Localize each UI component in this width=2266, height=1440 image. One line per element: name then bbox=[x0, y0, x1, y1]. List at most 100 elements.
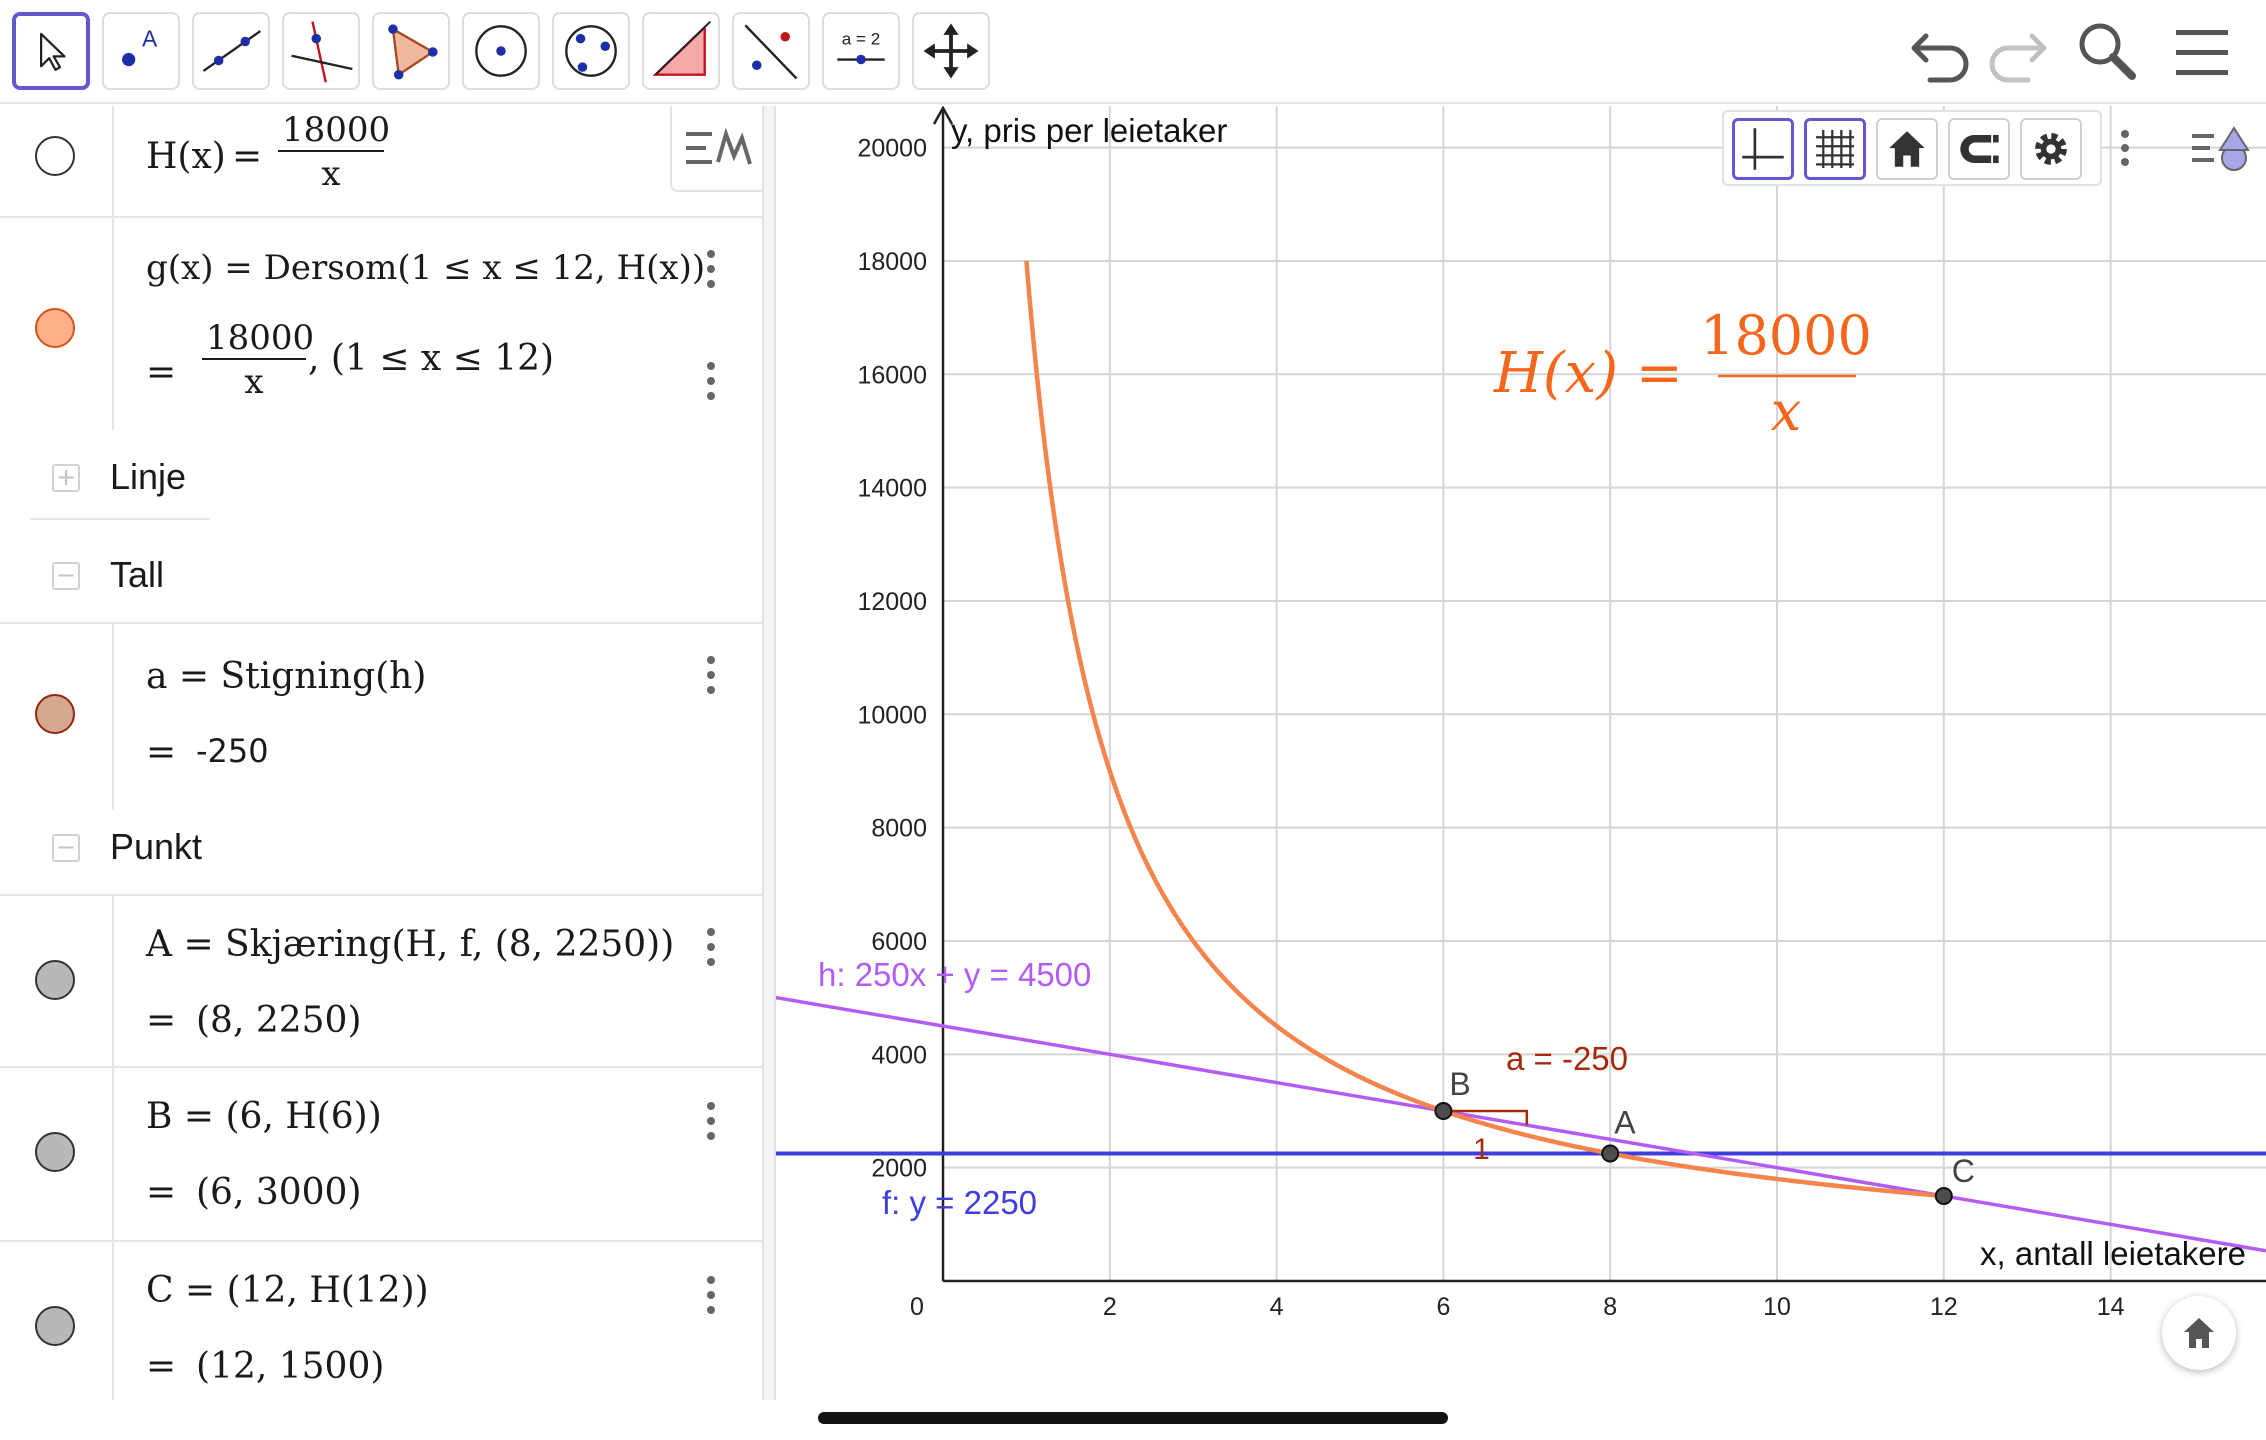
reflect-tool-button[interactable] bbox=[732, 12, 810, 90]
search-button[interactable] bbox=[2070, 14, 2146, 90]
y-tick-label: 10000 bbox=[857, 701, 927, 729]
graphics-view[interactable]: 0 2 4 6 8 10 12 14 2000 4000 6000 8000 10000 12000 140… bbox=[776, 106, 2266, 1400]
algebra-item-A[interactable]: A = Skjæring(H, f, (8, 2250)) = (8, 2250… bbox=[0, 894, 762, 1068]
algebra-item-a[interactable]: a = Stigning(h) = -250 bbox=[0, 622, 762, 810]
home-icon bbox=[1889, 131, 1925, 167]
collapse-minus-icon[interactable]: − bbox=[52, 562, 80, 590]
collapse-minus-icon[interactable]: − bbox=[52, 834, 80, 862]
tick-labels: 0 2 4 6 8 10 12 14 2000 4000 6000 8000 10000 12000 140… bbox=[857, 135, 2124, 1321]
graphics-style-bar bbox=[1722, 110, 2102, 186]
function-curve-g bbox=[1024, 260, 1944, 1199]
home-view-button[interactable] bbox=[2162, 1296, 2236, 1370]
circle-center-icon bbox=[475, 25, 527, 77]
y-tick-label: 4000 bbox=[871, 1041, 927, 1069]
A-value: (8, 2250) bbox=[196, 1000, 362, 1041]
hamburger-menu-icon bbox=[2176, 30, 2228, 75]
graphics-settings-button[interactable] bbox=[2020, 118, 2082, 180]
H-lhs: H(x) bbox=[146, 136, 226, 177]
visibility-toggle-B[interactable] bbox=[35, 1132, 75, 1172]
visibility-toggle-A[interactable] bbox=[35, 960, 75, 1000]
A-definition: A = Skjæring(H, f, (8, 2250)) bbox=[146, 924, 675, 965]
group-label-linje: Linje bbox=[110, 456, 187, 497]
line-f-label[interactable]: f: y = 2250 bbox=[882, 1184, 1037, 1221]
y-tick-label: 6000 bbox=[871, 928, 927, 956]
point-A-label[interactable]: A bbox=[1614, 1104, 1636, 1140]
move-tool-button[interactable] bbox=[12, 12, 90, 90]
formula-numerator: 18000 bbox=[1700, 304, 1872, 367]
visibility-toggle-a[interactable] bbox=[35, 694, 75, 734]
polygon-icon bbox=[388, 24, 438, 80]
graphics-canvas[interactable]: 0 2 4 6 8 10 12 14 2000 4000 6000 8000 10000 12000 140… bbox=[776, 106, 2266, 1400]
cursor-arrow-icon bbox=[40, 32, 66, 71]
expand-plus-icon[interactable]: + bbox=[52, 464, 80, 492]
y-tick-label: 16000 bbox=[857, 361, 927, 389]
algebra-item-B[interactable]: B = (6, H(6)) = (6, 3000) bbox=[0, 1068, 762, 1242]
a-eq: = bbox=[146, 732, 177, 773]
redo-icon bbox=[1989, 33, 2047, 83]
algebra-view-menu-button[interactable] bbox=[670, 106, 762, 192]
point-B bbox=[1434, 1101, 1453, 1120]
a-definition: a = Stigning(h) bbox=[146, 656, 427, 697]
algebra-style-icon bbox=[686, 127, 752, 165]
move-view-tool-button[interactable] bbox=[912, 12, 990, 90]
point-icon: A bbox=[122, 25, 158, 67]
line-h-label[interactable]: h: 250x + y = 4500 bbox=[818, 956, 1091, 993]
x-axis-label: x, antall leietakere bbox=[1980, 1235, 2246, 1272]
circle-center-tool-button[interactable] bbox=[462, 12, 540, 90]
more-options-icon[interactable] bbox=[696, 358, 726, 404]
C-eq: = bbox=[146, 1346, 177, 1387]
visibility-toggle-g[interactable] bbox=[35, 308, 75, 348]
A-more-options-icon[interactable] bbox=[696, 924, 726, 970]
graphics-style-menu-icon[interactable] bbox=[2184, 118, 2256, 178]
y-tick-label: 18000 bbox=[857, 248, 927, 276]
slider-tool-button[interactable]: a = 2 bbox=[822, 12, 900, 90]
g-more-options-icon[interactable] bbox=[696, 246, 726, 292]
point-capturing-button[interactable] bbox=[1948, 118, 2010, 180]
B-more-options-icon[interactable] bbox=[696, 1098, 726, 1144]
grid bbox=[943, 106, 2266, 1281]
C-more-options-icon[interactable] bbox=[696, 1272, 726, 1318]
x-tick-label: 0 bbox=[910, 1293, 924, 1321]
gear-icon bbox=[2035, 133, 2067, 165]
formula-denominator: x bbox=[1771, 380, 1801, 443]
visibility-toggle-C[interactable] bbox=[35, 1306, 75, 1346]
algebra-item-g[interactable]: g(x) = Dersom(1 ≤ x ≤ 12, H(x)) = 18000 … bbox=[0, 218, 762, 430]
slope-label[interactable]: a = -250 bbox=[1506, 1040, 1628, 1077]
a-value: -250 bbox=[196, 732, 269, 770]
a-more-options-icon[interactable] bbox=[696, 652, 726, 698]
main-menu-button[interactable] bbox=[2164, 14, 2240, 90]
point-tool-button[interactable]: A bbox=[102, 12, 180, 90]
algebra-item-H[interactable]: H(x) = 18000 x bbox=[0, 106, 762, 218]
axes bbox=[932, 106, 2266, 1283]
group-header-linje[interactable]: + Linje bbox=[30, 436, 210, 520]
slope-run-label: 1 bbox=[1473, 1133, 1490, 1166]
redo-button[interactable] bbox=[1978, 14, 2054, 90]
visibility-toggle-H[interactable] bbox=[35, 136, 75, 176]
polygon-tool-button[interactable] bbox=[372, 12, 450, 90]
g-numerator: 18000 bbox=[206, 318, 315, 358]
toolbar: A a = 2 bbox=[0, 0, 2266, 104]
standard-view-button[interactable] bbox=[1876, 118, 1938, 180]
C-value: (12, 1500) bbox=[196, 1346, 385, 1387]
algebra-item-C[interactable]: C = (12, H(12)) = (12, 1500) bbox=[0, 1242, 762, 1400]
circle-three-points-tool-button[interactable] bbox=[552, 12, 630, 90]
graphics-more-options-icon[interactable] bbox=[2110, 124, 2140, 172]
perpendicular-line-tool-button[interactable] bbox=[282, 12, 360, 90]
group-header-tall[interactable]: − Tall bbox=[30, 534, 210, 618]
x-tick-label: 8 bbox=[1603, 1293, 1617, 1321]
point-C-label[interactable]: C bbox=[1952, 1153, 1975, 1189]
toggle-axes-button[interactable] bbox=[1732, 118, 1794, 180]
reflect-icon bbox=[744, 24, 798, 80]
toggle-grid-button[interactable] bbox=[1804, 118, 1866, 180]
axes-icon bbox=[1742, 128, 1784, 170]
view-divider[interactable] bbox=[762, 106, 776, 1400]
line-tool-button[interactable] bbox=[192, 12, 270, 90]
group-header-punkt[interactable]: − Punkt bbox=[30, 806, 210, 890]
angle-tool-button[interactable] bbox=[642, 12, 720, 90]
undo-button[interactable] bbox=[1904, 14, 1980, 90]
y-tick-label: 2000 bbox=[871, 1155, 927, 1183]
grid-icon bbox=[1816, 130, 1854, 168]
point-B-label[interactable]: B bbox=[1449, 1066, 1470, 1102]
search-icon bbox=[2079, 23, 2136, 80]
line-icon bbox=[202, 30, 262, 72]
